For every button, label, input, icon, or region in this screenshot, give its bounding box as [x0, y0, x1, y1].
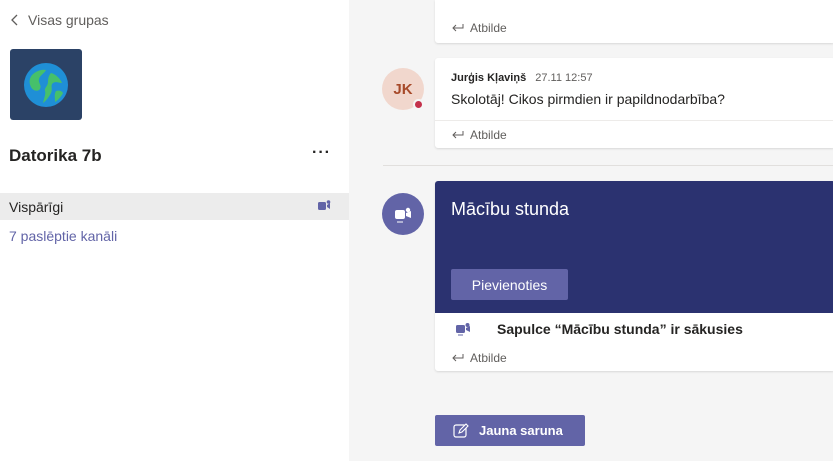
- conversation-pane: Atbilde Jurģis Kļaviņš 27.11 12:57 Skolo…: [349, 0, 833, 461]
- message-card: Jurģis Kļaviņš 27.11 12:57 Skolotāj! Cik…: [435, 58, 833, 148]
- reply-arrow-icon: [452, 24, 464, 32]
- team-avatar: [10, 49, 82, 120]
- reply-label: Atbilde: [470, 351, 507, 365]
- reply-button[interactable]: Atbilde: [435, 21, 507, 35]
- hidden-channels-link[interactable]: 7 paslēptie kanāli: [9, 228, 117, 244]
- message-author[interactable]: Jurģis Kļaviņš: [451, 72, 526, 84]
- new-conversation-label: Jauna saruna: [479, 423, 563, 438]
- reply-button[interactable]: Atbilde: [435, 351, 507, 365]
- video-camera-icon: [456, 323, 470, 336]
- back-to-all-teams-link[interactable]: Visas grupas: [10, 12, 109, 28]
- video-camera-icon: [318, 200, 331, 210]
- reply-label: Atbilde: [470, 21, 507, 35]
- reply-label: Atbilde: [470, 128, 507, 142]
- divider: [435, 120, 833, 121]
- meeting-started-text: Sapulce “Mācību stunda” ir sākusies: [497, 321, 743, 337]
- meeting-avatar: [382, 193, 424, 235]
- avatar-initials: JK: [393, 80, 413, 98]
- reply-button[interactable]: Atbilde: [435, 128, 507, 142]
- message-text: Skolotāj! Cikos pirmdien ir papildnodarb…: [451, 91, 725, 107]
- meeting-card: Mācību stunda Pievienoties Sapulce “Mācī…: [435, 181, 833, 371]
- reply-arrow-icon: [452, 354, 464, 362]
- globe-icon: [24, 62, 68, 107]
- channel-item-general[interactable]: Vispārīgi: [0, 193, 349, 220]
- team-more-options-button[interactable]: ···: [312, 144, 331, 162]
- compose-icon: [453, 422, 469, 438]
- status-badge: [413, 99, 424, 110]
- chevron-left-icon: [11, 14, 18, 26]
- join-meeting-button[interactable]: Pievienoties: [451, 269, 568, 300]
- team-sidebar: Visas grupas Datorika 7b ··· Vispārīgi 7…: [0, 0, 349, 461]
- previous-post-card: Atbilde: [435, 0, 833, 43]
- team-name: Datorika 7b: [9, 146, 102, 165]
- message-meta: Jurģis Kļaviņš 27.11 12:57: [451, 72, 593, 84]
- back-label: Visas grupas: [28, 12, 109, 28]
- meeting-started-notice: Sapulce “Mācību stunda” ir sākusies: [455, 321, 743, 337]
- new-conversation-button[interactable]: Jauna saruna: [435, 415, 585, 446]
- video-camera-icon: [395, 207, 411, 223]
- meeting-title: Mācību stunda: [451, 199, 570, 219]
- reply-arrow-icon: [452, 131, 464, 139]
- channel-label: Vispārīgi: [9, 198, 64, 215]
- divider: [383, 165, 833, 166]
- message-timestamp: 27.11 12:57: [535, 72, 593, 84]
- meeting-banner: Mācību stunda Pievienoties: [435, 181, 833, 313]
